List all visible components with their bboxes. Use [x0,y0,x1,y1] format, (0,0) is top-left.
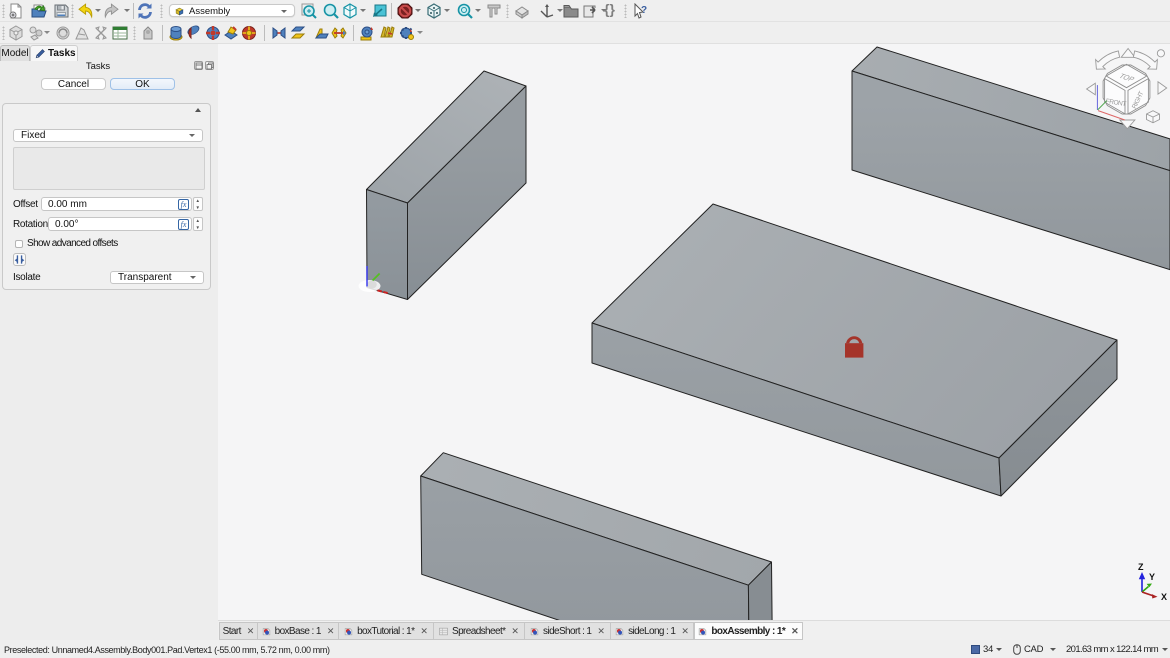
svg-text:X: X [1161,592,1167,602]
svg-text:?: ? [641,5,647,16]
svg-text:Z: Z [1138,562,1144,572]
svg-text:Y: Y [1149,572,1155,582]
